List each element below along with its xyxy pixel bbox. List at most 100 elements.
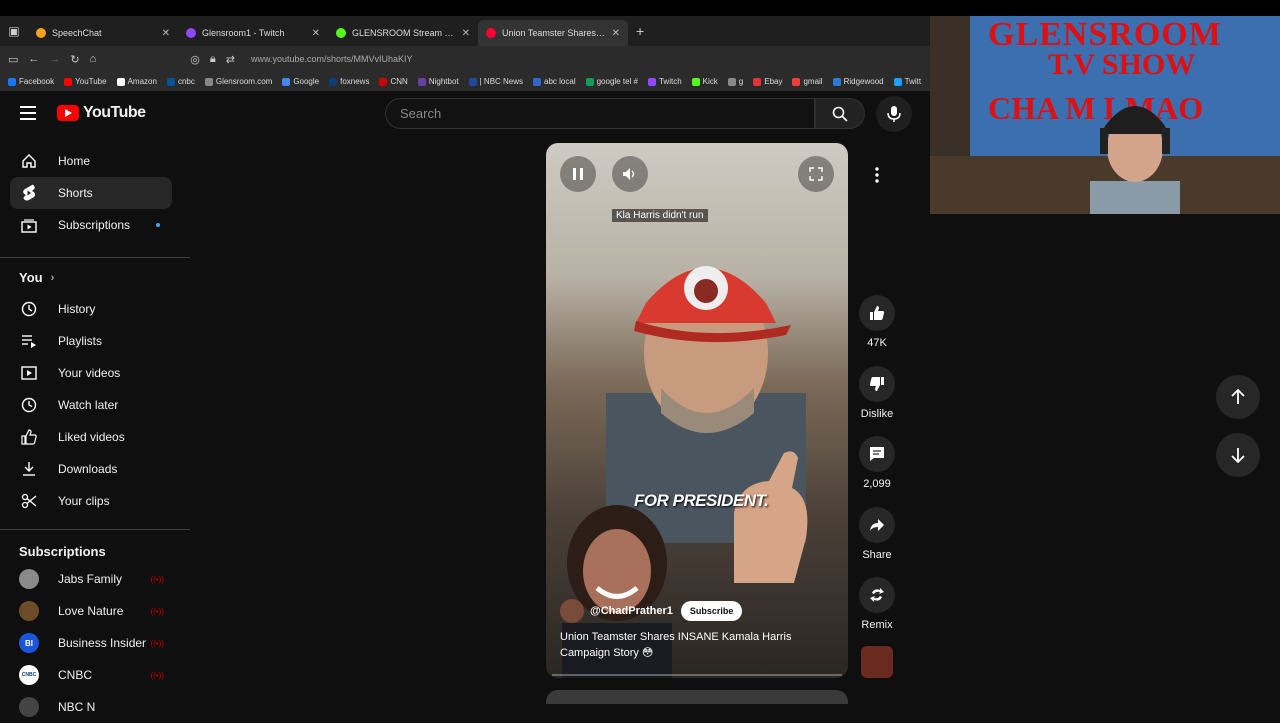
reload-icon[interactable]: ↻ [70, 53, 79, 66]
bookmark-label: Ebay [764, 77, 783, 86]
subscriptions-label: Subscriptions [19, 544, 106, 559]
sidebar-item-shorts[interactable]: Shorts [10, 177, 172, 209]
subscription-item[interactable]: NBC N [10, 691, 172, 723]
forward-icon[interactable]: → [49, 53, 60, 65]
close-tab-icon[interactable]: ✕ [612, 28, 620, 39]
voice-search-button[interactable] [876, 96, 912, 132]
channel-avatar: BI [19, 633, 39, 653]
bookmark-label: Kick [702, 77, 718, 86]
bookmark-favicon-icon [727, 77, 736, 86]
subscribe-button[interactable]: Subscribe [680, 601, 743, 621]
bookmark-item[interactable]: cnbc [166, 77, 195, 86]
sidebar-item-history[interactable]: History [10, 293, 172, 325]
bookmark-item[interactable]: Amazon [116, 77, 157, 86]
subscription-item[interactable]: Love Nature ((•)) [10, 595, 172, 627]
bookmark-item[interactable]: Ebay [753, 77, 782, 86]
sidebar-item-playlists[interactable]: Playlists [10, 325, 172, 357]
share-action[interactable]: Share [856, 507, 898, 561]
bookmark-item[interactable]: Glensroom.com [204, 77, 272, 86]
sidebar-divider [0, 257, 190, 258]
bookmark-item[interactable]: Google [282, 77, 319, 86]
search-button[interactable] [815, 98, 865, 129]
bookmark-item[interactable]: gmail [792, 77, 823, 86]
window-menu-icon[interactable]: ▣ [0, 16, 28, 46]
bookmark-item[interactable]: Ridgewood [832, 77, 884, 86]
sidebar-item-liked-videos[interactable]: Liked videos [10, 421, 172, 453]
volume-button[interactable] [612, 156, 648, 192]
share-button[interactable] [859, 507, 895, 543]
browser-tab[interactable]: GLENSROOM Stream - Watch Li ✕ [328, 20, 478, 46]
remix-action[interactable]: Remix [856, 577, 898, 631]
sidebar-item-your-videos[interactable]: Your videos [10, 357, 172, 389]
bookmark-item[interactable]: YouTube [64, 77, 107, 86]
close-tab-icon[interactable]: ✕ [462, 28, 470, 39]
shield-icon[interactable]: ◎ [190, 53, 200, 66]
subscription-item[interactable]: CNBC CNBC ((•)) [10, 659, 172, 691]
like-action[interactable]: 47K [856, 295, 898, 349]
dislike-action[interactable]: Dislike [856, 366, 898, 420]
bookmark-item[interactable]: foxnews [329, 77, 369, 86]
previous-short-button[interactable] [1216, 375, 1260, 419]
sidebar: Home Shorts Subscriptions You › History P… [0, 145, 190, 720]
bookmark-item[interactable]: Facebook [8, 77, 54, 86]
channel-avatar[interactable] [560, 599, 584, 623]
remix-button[interactable] [859, 577, 895, 613]
bookmark-item[interactable]: Twitch [647, 77, 682, 86]
video-progress-bar[interactable] [552, 674, 842, 676]
watch-later-icon [20, 396, 38, 414]
sidebar-item-watch-later[interactable]: Watch later [10, 389, 172, 421]
close-tab-icon[interactable]: ✕ [162, 28, 170, 39]
sound-thumbnail[interactable] [861, 646, 893, 678]
like-button[interactable] [859, 295, 895, 331]
bookmark-item[interactable]: google tel # [585, 77, 638, 86]
bookmark-item[interactable]: Nightbot [417, 77, 459, 86]
bookmark-item[interactable]: g [727, 77, 743, 86]
shorts-video-player[interactable]: Kla Harris didn't run FOR PRESIDENT. @Ch… [546, 143, 848, 678]
url-field[interactable]: www.youtube.com/shorts/MMVvIUhaKIY [251, 54, 413, 64]
channel-name[interactable]: @ChadPrather1 [590, 605, 673, 617]
dislike-button[interactable] [859, 366, 895, 402]
sidebar-toggle-icon[interactable]: ▭ [8, 53, 18, 66]
pause-button[interactable] [560, 156, 596, 192]
bookmark-item[interactable]: Kick [691, 77, 718, 86]
bookmark-label: Amazon [127, 77, 157, 86]
subscription-item[interactable]: BI Business Insider ((•)) [10, 627, 172, 659]
browser-tab[interactable]: Glensroom1 - Twitch ✕ [178, 20, 328, 46]
sidebar-item-home[interactable]: Home [10, 145, 172, 177]
back-icon[interactable]: ← [28, 53, 39, 65]
browser-tab-bar: ▣ SpeechChat ✕ Glensroom1 - Twitch ✕ GLE… [0, 16, 930, 46]
new-tab-icon[interactable]: + [628, 23, 652, 39]
sidebar-item-downloads[interactable]: Downloads [10, 453, 172, 485]
close-tab-icon[interactable]: ✕ [312, 28, 320, 39]
subscription-item[interactable]: Jabs Family ((•)) [10, 563, 172, 595]
search-input[interactable]: Search [385, 98, 815, 129]
permissions-icon[interactable]: ⇄ [226, 53, 235, 66]
fullscreen-button[interactable] [798, 156, 834, 192]
comments-action[interactable]: 2,099 [856, 436, 898, 490]
sidebar-you-heading[interactable]: You › [19, 270, 54, 285]
youtube-header: YouTube Search [0, 92, 930, 136]
sidebar-item-label: Liked videos [58, 430, 125, 444]
comments-button[interactable] [859, 436, 895, 472]
chevron-right-icon: › [50, 271, 55, 284]
browser-tab-active[interactable]: Union Teamster Shares INSA ✕ [478, 20, 628, 46]
clips-icon [20, 492, 38, 510]
bookmark-item[interactable]: Twitt [893, 77, 922, 86]
more-options-button[interactable] [860, 158, 894, 192]
menu-icon[interactable] [20, 106, 36, 120]
home-browser-icon[interactable]: ⌂ [90, 53, 97, 65]
next-short-preview[interactable] [546, 690, 848, 704]
short-title[interactable]: Union Teamster Shares INSANE Kamala Harr… [560, 629, 820, 661]
bookmark-item[interactable]: | NBC News [468, 77, 523, 86]
next-short-button[interactable] [1216, 433, 1260, 477]
bookmark-label: Twitt [904, 77, 922, 86]
tab-favicon-icon [486, 28, 496, 38]
sidebar-item-your-clips[interactable]: Your clips [10, 485, 172, 517]
browser-tab[interactable]: SpeechChat ✕ [28, 20, 178, 46]
sidebar-item-label: Your clips [58, 494, 110, 508]
bookmark-favicon-icon [8, 77, 16, 86]
bookmark-item[interactable]: CNN [379, 77, 408, 86]
bookmark-item[interactable]: abc local [533, 77, 576, 86]
youtube-logo[interactable]: YouTube [57, 104, 146, 122]
sidebar-item-subscriptions[interactable]: Subscriptions [10, 209, 172, 241]
